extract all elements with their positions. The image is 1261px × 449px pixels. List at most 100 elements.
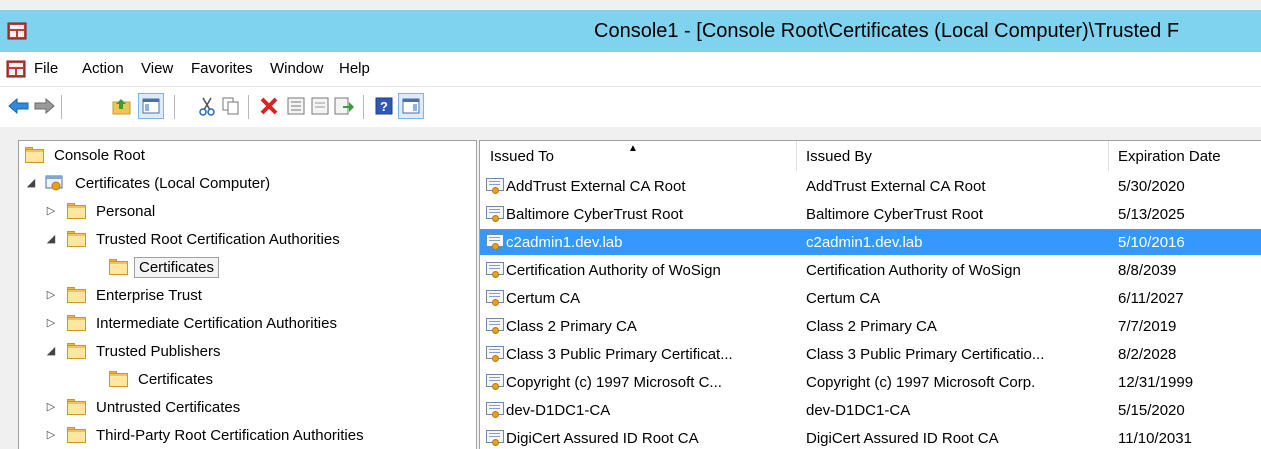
menu-favorites[interactable]: Favorites <box>191 60 253 77</box>
cell-expiration-date: 8/2/2028 <box>1118 345 1177 363</box>
tree-node-intermediate-ca[interactable]: ▷ Intermediate Certification Authorities <box>45 310 341 336</box>
cell-issued-to: AddTrust External CA Root <box>506 177 686 195</box>
tree-node-trusted-publishers-certificates[interactable]: Certificates <box>109 366 217 392</box>
folder-icon <box>109 371 128 387</box>
refresh-icon[interactable] <box>309 95 331 117</box>
certificate-icon <box>486 345 504 363</box>
toolbar-separator <box>248 95 249 119</box>
folder-icon <box>67 343 86 359</box>
certificate-icon <box>486 317 504 335</box>
cell-issued-to: Baltimore CyberTrust Root <box>506 205 683 223</box>
table-row[interactable]: AddTrust External CA Root AddTrust Exter… <box>480 173 1261 199</box>
tree-node-third-party-root-ca[interactable]: ▷ Third-Party Root Certification Authori… <box>45 422 368 448</box>
menu-help[interactable]: Help <box>339 60 370 77</box>
console-document-icon[interactable] <box>6 60 26 78</box>
tree-node-label: Third-Party Root Certification Authoriti… <box>96 426 364 444</box>
cell-issued-to: Class 3 Public Primary Certificat... <box>506 345 733 363</box>
cell-expiration-date: 5/13/2025 <box>1118 205 1185 223</box>
svg-text:?: ? <box>380 99 388 114</box>
cell-issued-to: c2admin1.dev.lab <box>506 233 623 251</box>
up-folder-icon[interactable] <box>111 95 133 117</box>
tree-node-untrusted-certificates[interactable]: ▷ Untrusted Certificates <box>45 394 244 420</box>
console-tree[interactable]: Console Root ◢ Certificates (Local Compu… <box>18 140 477 449</box>
expand-arrow-icon[interactable]: ▷ <box>45 401 57 413</box>
cell-issued-by: Class 2 Primary CA <box>806 317 937 335</box>
tree-node-label: Untrusted Certificates <box>96 398 241 416</box>
export-list-icon[interactable] <box>333 95 355 117</box>
collapse-arrow-icon[interactable]: ◢ <box>45 233 57 245</box>
table-row[interactable]: Baltimore CyberTrust Root Baltimore Cybe… <box>480 201 1261 227</box>
show-hide-action-pane-icon[interactable] <box>398 93 424 119</box>
tree-node-label: Console Root <box>54 146 145 164</box>
tree-node-label: Certificates (Local Computer) <box>75 174 271 192</box>
tree-node-personal[interactable]: ▷ Personal <box>45 198 159 224</box>
menu-window[interactable]: Window <box>270 60 323 77</box>
forward-arrow-icon[interactable] <box>33 95 55 117</box>
menu-action[interactable]: Action <box>82 60 124 77</box>
certificate-icon <box>486 373 504 391</box>
table-row[interactable]: Copyright (c) 1997 Microsoft C... Copyri… <box>480 369 1261 395</box>
column-header-issued-by[interactable]: Issued By <box>806 141 872 171</box>
certificate-icon <box>486 205 504 223</box>
folder-icon <box>25 147 44 163</box>
tree-node-trusted-publishers[interactable]: ◢ Trusted Publishers <box>45 338 225 364</box>
copy-icon[interactable] <box>220 95 242 117</box>
expand-arrow-icon[interactable]: ▷ <box>45 205 57 217</box>
folder-icon <box>67 231 86 247</box>
certificate-list[interactable]: Issued To ▲ Issued By Expiration Date Ad… <box>479 140 1261 449</box>
table-row[interactable]: Certification Authority of WoSign Certif… <box>480 257 1261 283</box>
expand-arrow-icon[interactable]: ▷ <box>45 429 57 441</box>
tree-node-enterprise-trust[interactable]: ▷ Enterprise Trust <box>45 282 206 308</box>
list-header: Issued To ▲ Issued By Expiration Date <box>480 141 1261 171</box>
table-row[interactable]: dev-D1DC1-CA dev-D1DC1-CA 5/15/2020 <box>480 397 1261 423</box>
certificate-icon <box>486 177 504 195</box>
toolbar-separator <box>61 95 62 119</box>
collapse-arrow-icon[interactable]: ◢ <box>45 345 57 357</box>
cut-icon[interactable] <box>196 95 218 117</box>
table-row[interactable]: Class 2 Primary CA Class 2 Primary CA 7/… <box>480 313 1261 339</box>
menu-view[interactable]: View <box>141 60 173 77</box>
cell-issued-by: Baltimore CyberTrust Root <box>806 205 983 223</box>
cell-issued-to: Certum CA <box>506 289 581 307</box>
title-bar[interactable]: Console1 - [Console Root\Certificates (L… <box>0 10 1261 52</box>
show-hide-console-tree-icon[interactable] <box>138 93 164 119</box>
cell-expiration-date: 11/10/2031 <box>1118 429 1192 447</box>
column-divider[interactable] <box>1108 141 1109 171</box>
cell-issued-by: c2admin1.dev.lab <box>806 233 923 251</box>
toolbar-separator <box>363 95 364 119</box>
column-header-expiration-date[interactable]: Expiration Date <box>1118 141 1221 171</box>
properties-icon[interactable] <box>285 95 307 117</box>
table-row[interactable]: DigiCert Assured ID Root CA DigiCert Ass… <box>480 425 1261 449</box>
help-icon[interactable]: ? <box>373 95 395 117</box>
cell-issued-by: AddTrust External CA Root <box>806 177 986 195</box>
tree-node-certificates-local-computer[interactable]: ◢ Certificates (Local Computer) <box>25 170 274 196</box>
tree-node-trusted-root-certificates[interactable]: Certificates <box>109 254 220 280</box>
expand-arrow-icon[interactable]: ▷ <box>45 317 57 329</box>
table-row[interactable]: Class 3 Public Primary Certificat... Cla… <box>480 341 1261 367</box>
collapse-arrow-icon[interactable]: ◢ <box>25 177 37 189</box>
tree-node-label: Enterprise Trust <box>96 286 202 304</box>
column-divider[interactable] <box>796 141 797 171</box>
mmc-app-icon[interactable] <box>6 20 28 42</box>
mmc-window: Console1 - [Console Root\Certificates (L… <box>0 0 1261 449</box>
certificate-icon <box>486 233 504 251</box>
tree-node-console-root[interactable]: Console Root <box>25 142 149 168</box>
tree-node-trusted-root-ca[interactable]: ◢ Trusted Root Certification Authorities <box>45 226 344 252</box>
table-row-selected[interactable]: c2admin1.dev.lab c2admin1.dev.lab 5/10/2… <box>480 229 1261 255</box>
delete-icon[interactable] <box>258 95 280 117</box>
cell-issued-by: DigiCert Assured ID Root CA <box>806 429 999 447</box>
menu-file[interactable]: File <box>34 60 58 77</box>
back-arrow-icon[interactable] <box>8 95 30 117</box>
folder-icon <box>67 427 86 443</box>
tree-node-label: Personal <box>96 202 156 220</box>
table-row[interactable]: Certum CA Certum CA 6/11/2027 <box>480 285 1261 311</box>
cell-issued-by: Certum CA <box>806 289 881 307</box>
cell-expiration-date: 5/30/2020 <box>1118 177 1185 195</box>
cell-expiration-date: 7/7/2019 <box>1118 317 1177 335</box>
column-header-issued-to[interactable]: Issued To <box>490 141 554 171</box>
tree-node-label: Certificates <box>134 256 220 278</box>
cell-issued-by: dev-D1DC1-CA <box>806 401 911 419</box>
expand-arrow-icon[interactable]: ▷ <box>45 289 57 301</box>
cell-issued-by: Class 3 Public Primary Certificatio... <box>806 345 1045 363</box>
cell-expiration-date: 6/11/2027 <box>1118 289 1184 307</box>
